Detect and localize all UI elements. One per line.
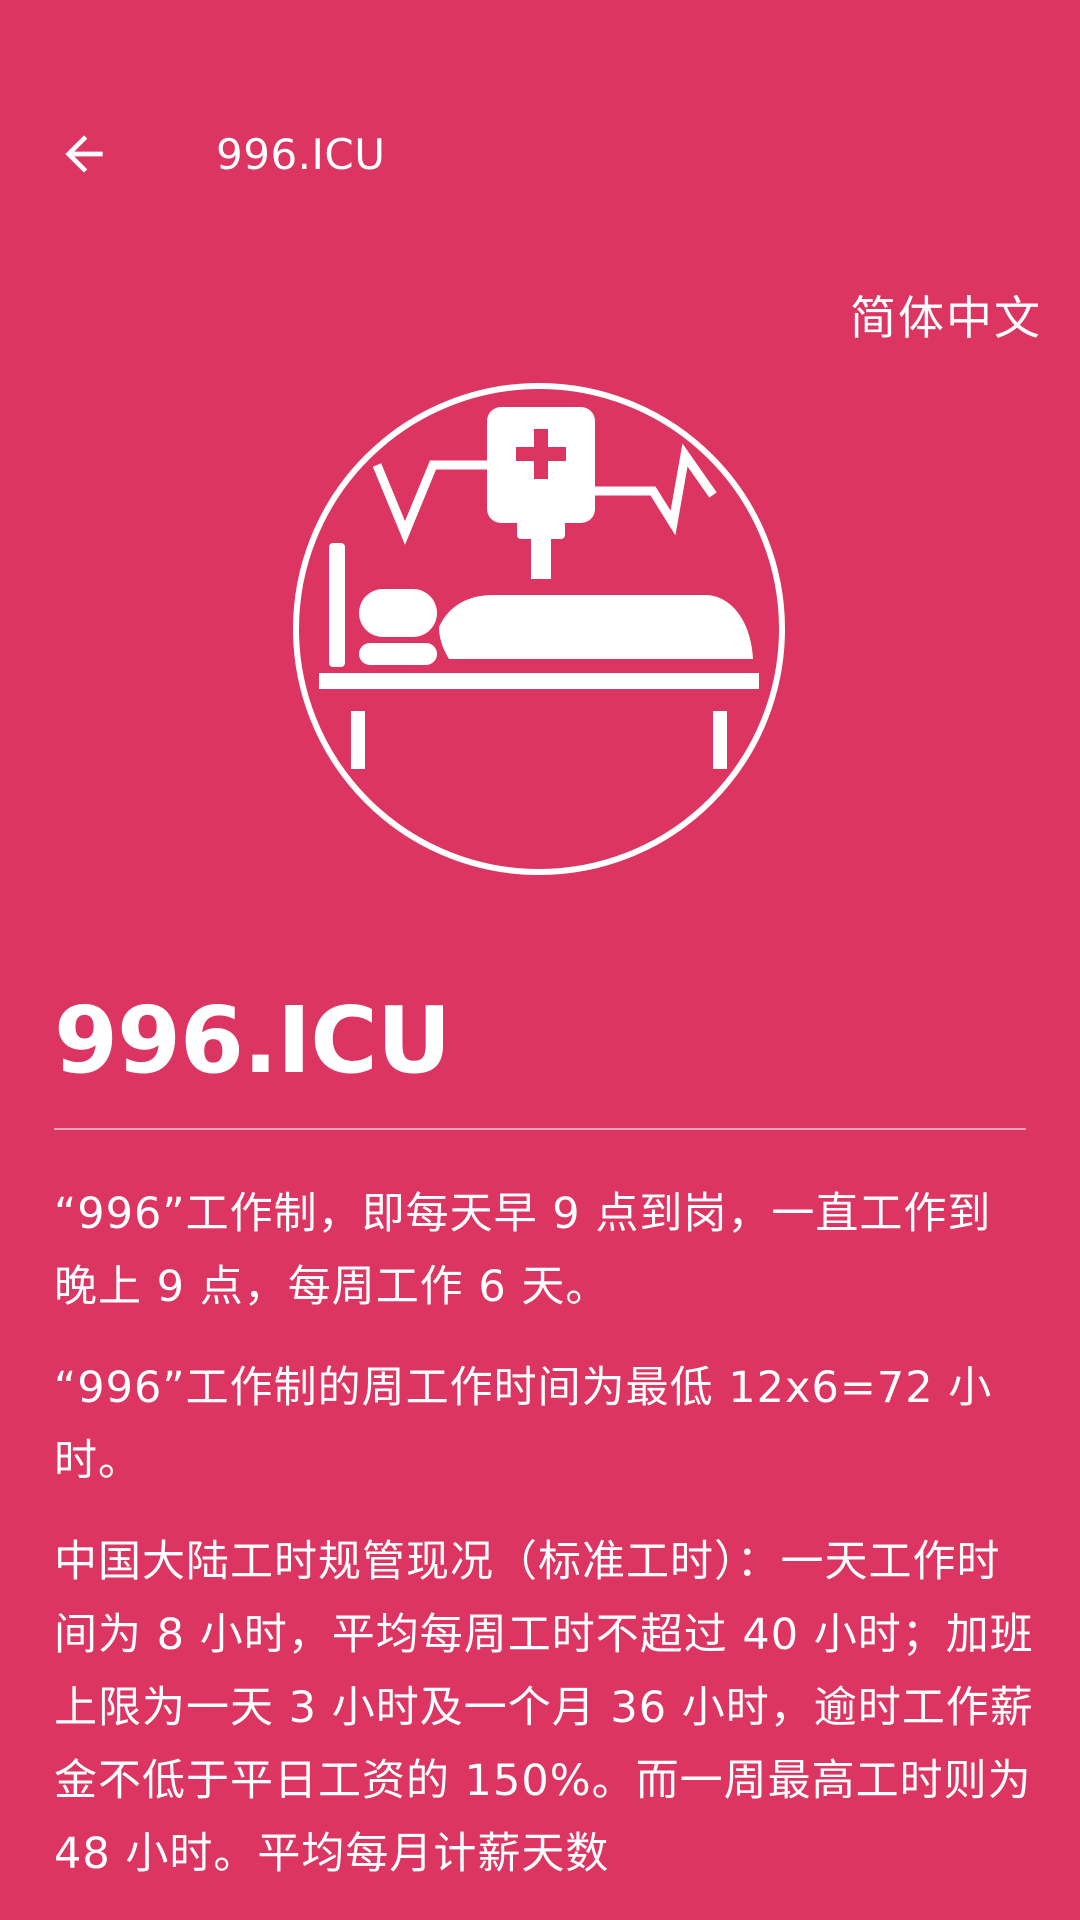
article-content: “996”工作制，即每天早 9 点到岗，一直工作到晚上 9 点，每周工作 6 天… xyxy=(54,1178,1034,1919)
paragraph: “996”工作制的周工作时间为最低 12x6=72 小时。 xyxy=(54,1363,993,1486)
arrow-left-icon xyxy=(65,135,103,173)
divider xyxy=(54,1128,1026,1130)
back-button[interactable] xyxy=(40,110,128,198)
page-title: 996.ICU xyxy=(54,987,451,1094)
language-switch-link[interactable]: 简体中文 xyxy=(850,290,1042,346)
app-bar: 996.ICU xyxy=(0,0,1080,310)
icu-bed-iv-logo-icon xyxy=(293,383,785,875)
paragraph: “996”工作制，即每天早 9 点到岗，一直工作到晚上 9 点，每周工作 6 天… xyxy=(54,1189,992,1312)
app-bar-title: 996.ICU xyxy=(216,130,386,179)
paragraph: 中国大陆工时规管现况（标准工时）：一天工作时间为 8 小时，平均每周工时不超过 … xyxy=(54,1537,1034,1879)
